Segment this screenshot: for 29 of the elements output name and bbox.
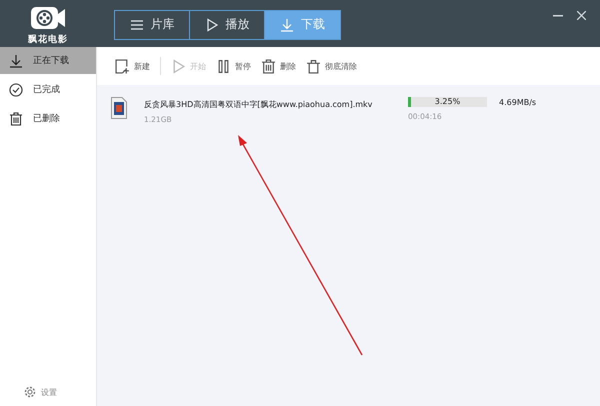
download-icon: [9, 54, 23, 68]
trash-icon: [306, 58, 321, 74]
close-icon[interactable]: [577, 11, 586, 20]
trash-icon: [261, 58, 276, 74]
sidebar-item[interactable]: 已完成: [0, 76, 96, 103]
trash-icon: [9, 112, 23, 126]
toolbar-button[interactable]: 新建: [115, 58, 150, 74]
list-icon: [130, 18, 144, 32]
play-icon: [204, 18, 218, 32]
download-icon: [280, 18, 294, 32]
file-name: 反贪风暴3HD高清国粤双语中字[飘花www.piaohua.com].mkv: [144, 99, 374, 110]
download-speed: 4.69MB/s: [499, 98, 536, 106]
toolbar-button[interactable]: 删除: [261, 58, 296, 74]
settings-button[interactable]: 设置: [0, 386, 96, 406]
toolbar-button[interactable]: 暂停: [216, 58, 251, 74]
checkmark-icon: [9, 82, 23, 96]
progress-percent: 3.25%: [434, 97, 462, 107]
play-icon: [171, 58, 186, 74]
sidebar-item[interactable]: 已删除: [0, 105, 96, 132]
add-file-icon: [115, 58, 130, 74]
video-file-icon: [111, 97, 127, 119]
sidebar-item[interactable]: 正在下载: [0, 47, 96, 74]
minimize-icon[interactable]: [553, 14, 563, 16]
app-name: 飘花电影: [28, 33, 68, 46]
tab[interactable]: 片库: [115, 10, 190, 38]
toolbar-button[interactable]: 彻底清除: [306, 58, 357, 74]
settings-icon: [24, 386, 36, 398]
film-camera-icon: [30, 6, 66, 30]
pause-icon: [216, 58, 231, 74]
